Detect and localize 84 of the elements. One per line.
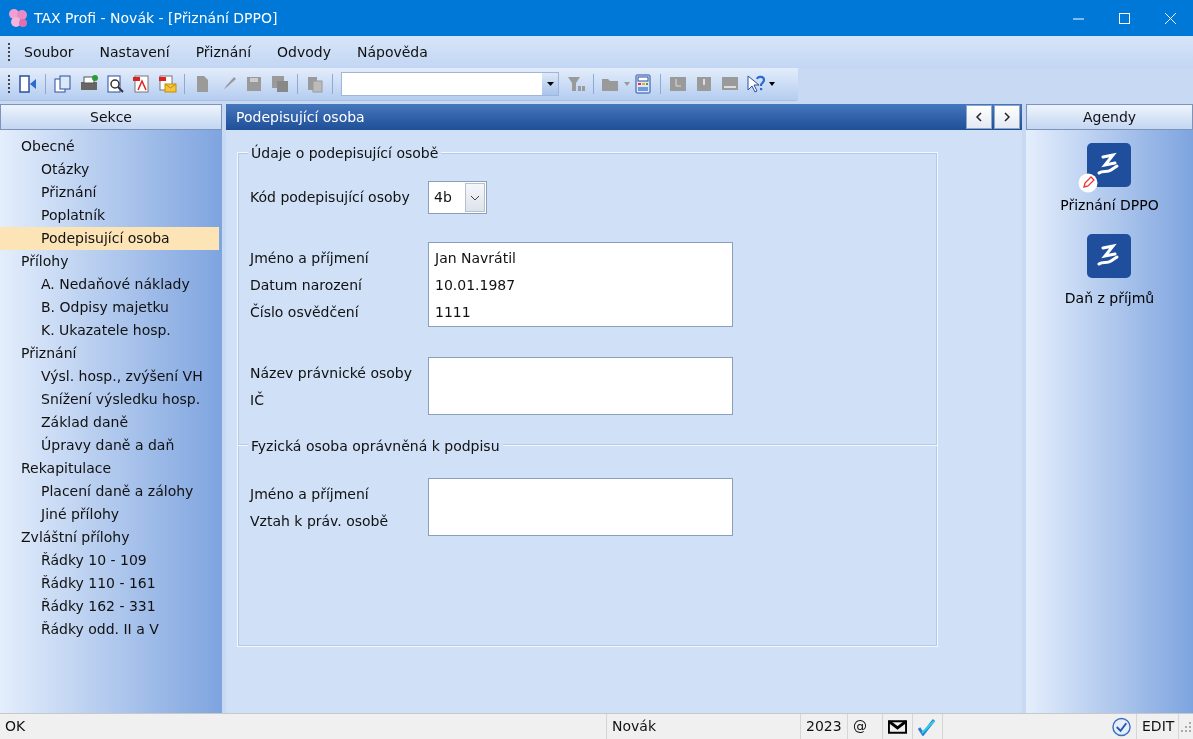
sidebar-item[interactable]: Rekapitulace (0, 457, 219, 480)
app-logo-icon (8, 8, 28, 28)
field-label: Jméno a příjmení (250, 485, 370, 504)
print-preview-icon[interactable] (105, 74, 125, 94)
save-all-icon[interactable] (270, 74, 290, 94)
copy-icon[interactable] (53, 74, 73, 94)
code-dropdown[interactable]: 4b (428, 181, 487, 214)
input-box[interactable] (428, 357, 733, 415)
pdf-icon[interactable] (131, 74, 151, 94)
chevron-left-icon (976, 112, 982, 122)
status-mode: EDIT (1137, 714, 1179, 739)
signature-icon (1087, 143, 1132, 187)
menu-item[interactable]: Odvody (268, 39, 340, 65)
save-icon[interactable] (244, 74, 264, 94)
agenda-item[interactable]: Přiznání DPPO (1060, 143, 1159, 216)
section-legend: Fyzická osoba oprávněná k podpisu (248, 436, 503, 457)
sidebar-item[interactable]: Zvláštní přílohy (0, 526, 219, 549)
sidebar-item[interactable]: Řádky odd. II a V (0, 618, 219, 641)
filter-icon[interactable] (566, 74, 586, 94)
note-icon[interactable] (694, 74, 714, 94)
field-label: Datum narození (250, 276, 363, 295)
maximize-icon (1118, 12, 1130, 24)
pdf-email-icon[interactable] (157, 74, 177, 94)
panel-title: Podepisující osoba (236, 107, 365, 127)
menu-item[interactable]: Soubor (15, 39, 83, 65)
combo-box[interactable] (341, 72, 559, 96)
mail-icon (888, 719, 907, 734)
sidebar-item[interactable]: Snížení výsledku hosp. (0, 388, 219, 411)
menu-item[interactable]: Přiznání (186, 39, 261, 65)
calculator-icon[interactable] (633, 74, 653, 94)
sidebar-item[interactable]: Řádky 110 - 161 (0, 572, 219, 595)
status-at: @ (848, 714, 883, 739)
field-label: Vztah k práv. osobě (250, 512, 390, 531)
next-button[interactable] (994, 105, 1020, 129)
sidebar-item[interactable]: Přiznání (0, 181, 219, 204)
paste-icon[interactable] (305, 74, 325, 94)
sidebar-item[interactable]: Přílohy (0, 250, 219, 273)
sidebar-item[interactable]: Řádky 10 - 109 (0, 549, 219, 572)
signature-icon (1087, 234, 1132, 278)
field-value: 1111 (435, 303, 472, 322)
field-value: Jan Navrátil (435, 249, 517, 268)
import-icon[interactable] (668, 74, 688, 94)
field-label: Název právnické osoby (250, 364, 413, 383)
sidebar-item[interactable]: Poplatník (0, 204, 219, 227)
field-label: Číslo osvědčení (250, 302, 360, 322)
chevron-right-icon (1004, 112, 1010, 122)
status-year: 2023 (801, 714, 848, 739)
sidebar-item[interactable]: Výsl. hosp., zvýšení VH (0, 365, 219, 388)
caret-icon[interactable] (769, 82, 775, 86)
agenda-item[interactable]: Daň z příjmů (1064, 234, 1155, 309)
sidebar-item[interactable]: Placení daně a zálohy (0, 480, 219, 503)
sidebar-item[interactable]: Řádky 162 - 331 (0, 595, 219, 618)
sidebar-item[interactable]: Základ daně (0, 411, 219, 434)
check-pen-icon (918, 717, 936, 736)
input-box[interactable]: Jan Navrátil 10.01.1987 1111 (428, 242, 733, 327)
resize-grip-icon (1179, 719, 1193, 734)
window-title: TAX Profi - Novák - [Přiznání DPPO] (34, 8, 278, 28)
field-label: Jméno a příjmení (250, 249, 370, 268)
panel-header: Sekce (0, 104, 222, 130)
help-pointer-icon[interactable] (746, 74, 766, 94)
close-icon (1164, 12, 1176, 24)
sidebar-item[interactable]: Obecné (0, 135, 219, 158)
section-legend: Údaje o podepisující osobě (248, 143, 442, 164)
dropdown-arrow-icon (546, 82, 554, 86)
sidebar-item[interactable]: Úpravy daně a daň (0, 434, 219, 457)
menu-item[interactable]: Nastavení (90, 39, 179, 65)
panel-header: Agendy (1026, 104, 1193, 130)
field-value: 10.01.1987 (435, 276, 517, 295)
chevron-down-icon (470, 194, 480, 201)
sidebar-item[interactable]: Jiné přílohy (0, 503, 219, 526)
field-label: Kód podepisující osoby (250, 188, 411, 207)
exit-door-icon[interactable] (18, 74, 38, 94)
field-label: IČ (250, 390, 265, 410)
input-box[interactable] (428, 478, 733, 536)
sidebar-item[interactable]: Přiznání (0, 342, 219, 365)
sidebar-item[interactable]: K. Ukazatele hosp. (0, 319, 219, 342)
menu-item[interactable]: Nápověda (347, 39, 437, 65)
previous-button[interactable] (966, 105, 992, 129)
status-message: OK (0, 714, 607, 739)
sidebar-item[interactable]: Podepisující osoba (0, 227, 219, 250)
sidebar-item[interactable]: Otázky (0, 158, 219, 181)
sidebar-item[interactable]: B. Odpisy majetku (0, 296, 219, 319)
status-user: Novák (607, 714, 801, 739)
sidebar-item[interactable]: A. Nedaňové náklady (0, 273, 219, 296)
